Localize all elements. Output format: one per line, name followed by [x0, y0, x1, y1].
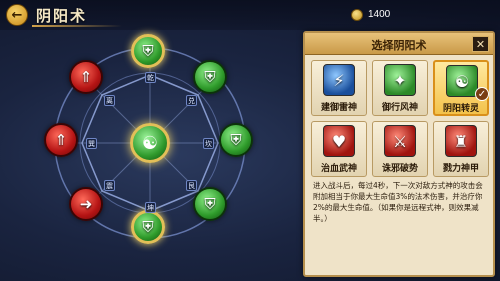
wheel-node-top[interactable]: ⛨: [131, 34, 165, 68]
close-button[interactable]: ✕: [472, 36, 489, 52]
panel-title: 选择阴阳术: [371, 39, 427, 52]
skill-label: 治血武神: [320, 164, 357, 174]
skill-card-zhixue-wushen[interactable]: ♥ 治血武神: [311, 121, 367, 177]
trigram-label: 乾: [145, 72, 156, 83]
shield-icon: ⛨: [204, 195, 216, 213]
skill-card-luli-shenjia[interactable]: ♜ 戮力神甲: [433, 121, 489, 177]
skill-card-jianyu-leishen[interactable]: ⚡ 建御雷神: [311, 60, 367, 116]
armor-icon: ♜: [445, 125, 477, 157]
select-skill-panel: 选择阴阳术 ✕ ⚡ 建御雷神 ✦ 御行风神 ☯ ✓ 阴阳转灵 ♥ 治血武神 ⚔ …: [303, 31, 495, 277]
arrow-icon: ➜: [79, 195, 93, 213]
arrow-icon: ⇑: [54, 131, 68, 149]
skill-card-yuxing-fengshen[interactable]: ✦ 御行风神: [372, 60, 428, 116]
check-icon: ✓: [475, 87, 489, 101]
wheel-node-right[interactable]: ⛨: [219, 123, 253, 157]
skill-description: 进入战斗后，每过4秒，下一次对敌方式神的攻击会附加相当于你最大生命值3%的法术伤…: [313, 181, 483, 223]
top-bar: ← 阴阳术 1400: [0, 0, 500, 30]
lightning-icon: ⚡: [323, 64, 355, 96]
arrow-icon: ⇑: [79, 68, 93, 86]
page-title: 阴阳术: [36, 7, 88, 25]
skill-label: 阴阳转灵: [442, 104, 479, 114]
title-underline: [32, 25, 122, 27]
trigram-label: 艮: [186, 180, 197, 191]
panel-header: 选择阴阳术 ✕: [305, 33, 493, 55]
trigram-label: 离: [104, 95, 115, 106]
shield-icon: ⛨: [142, 42, 154, 60]
wheel-node-top-left[interactable]: ⇑: [69, 60, 103, 94]
skill-card-yinyang-zhuanling[interactable]: ☯ ✓ 阴阳转灵: [433, 60, 489, 116]
yinyang-wheel: ⛨ ⛨ ⛨ ⛨ ⛨ ➜ ⇑ ⇑ ☯ 乾 坎 艮 坤 震 巽 离 兑: [0, 30, 300, 281]
wheel-node-bottom-right[interactable]: ⛨: [193, 187, 227, 221]
currency-value: 1400: [368, 9, 391, 20]
skill-label: 戮力神甲: [442, 164, 479, 174]
trigram-label: 巽: [86, 138, 97, 149]
trigram-label: 坎: [203, 138, 214, 149]
skill-label: 建御雷神: [320, 103, 357, 113]
skill-label: 御行风神: [381, 103, 418, 113]
wind-icon: ✦: [384, 64, 416, 96]
coin-icon: [351, 9, 363, 21]
wheel-node-bottom[interactable]: ⛨: [131, 210, 165, 244]
wheel-center-node[interactable]: ☯: [130, 123, 170, 163]
shield-icon: ⛨: [230, 131, 242, 149]
wheel-node-bottom-left[interactable]: ➜: [69, 187, 103, 221]
trigram-label: 坤: [145, 202, 156, 213]
sword-icon: ⚔: [384, 125, 416, 157]
trigram-label: 震: [104, 180, 115, 191]
wheel-node-left[interactable]: ⇑: [44, 123, 78, 157]
back-button[interactable]: ←: [6, 4, 28, 26]
shield-icon: ⛨: [142, 218, 154, 236]
skill-card-zhuxie-poshi[interactable]: ⚔ 诛邪破势: [372, 121, 428, 177]
wheel-node-top-right[interactable]: ⛨: [193, 60, 227, 94]
yinyang-icon: ☯: [446, 65, 478, 97]
yinyang-icon: ☯: [141, 132, 159, 154]
warrior-icon: ♥: [323, 125, 355, 157]
shield-icon: ⛨: [204, 68, 216, 86]
skill-label: 诛邪破势: [381, 164, 418, 174]
trigram-label: 兑: [186, 95, 197, 106]
